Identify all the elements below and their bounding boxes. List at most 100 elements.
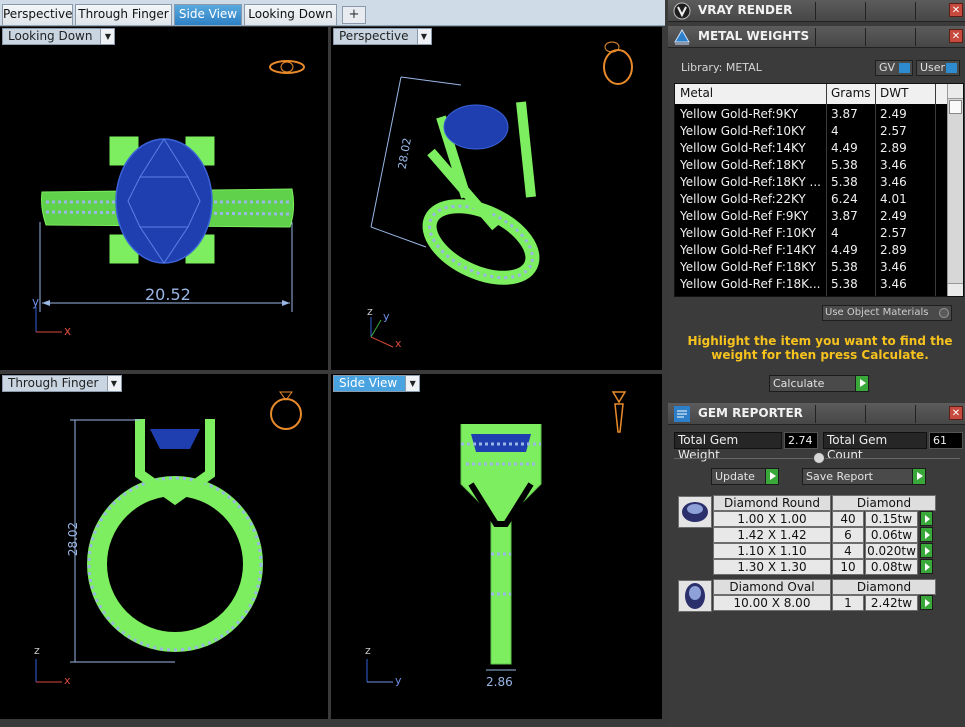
view-tab-bar: Perspective Through Finger Side View Loo… [0, 0, 665, 26]
metal-scale-icon [674, 29, 690, 45]
diamond-oval-thumbnail [678, 580, 712, 612]
metal-name-cell: Yellow Gold-Ref F:10KY [680, 226, 816, 240]
gem-weight: 0.15tw [865, 511, 918, 527]
viewport-perspective[interactable]: Perspective ▼ 28.02 z y x [331, 27, 662, 370]
update-button[interactable]: Update [711, 468, 779, 485]
column-header-dwt[interactable]: DWT [880, 86, 908, 100]
diamond-round-thumbnail [678, 496, 712, 528]
use-object-materials-label: Use Object Materials [825, 307, 929, 318]
grams-cell: 5.38 [831, 260, 858, 274]
metal-weights-table[interactable]: Metal Grams DWT Yellow Gold-Ref:9KY 3.87 2… [674, 83, 964, 297]
gem-group-name: Diamond Round [713, 495, 831, 511]
dimension-label: 2.86 [486, 675, 513, 689]
scroll-down-icon[interactable] [948, 283, 963, 296]
viewport-label-text: Looking Down [8, 29, 93, 43]
gem-group-name: Diamond Oval [713, 579, 831, 595]
header-divider [865, 405, 866, 423]
toggle-indicator-icon [946, 63, 957, 73]
metal-name-cell: Yellow Gold-Ref:10KY [680, 124, 806, 138]
scroll-thumb[interactable] [949, 100, 962, 114]
close-icon[interactable]: ✕ [949, 29, 963, 43]
viewport-looking-down[interactable]: Looking Down ▼ 20.52 y x [0, 27, 328, 370]
viewport-label-perspective[interactable]: Perspective ▼ [333, 28, 432, 45]
gv-toggle[interactable]: GV [875, 60, 913, 76]
gem-weight: 0.020tw [865, 543, 918, 559]
table-row[interactable]: Yellow Gold-Ref:18KY 5.38 3.46 [675, 157, 947, 174]
dwt-cell: 2.57 [880, 226, 907, 240]
plugin-panel: VRAY RENDER ✕ METAL WEIGHTS ✕ Library: M… [668, 0, 965, 727]
ring-perspective-wireframe [370, 41, 633, 348]
metal-name-cell: Yellow Gold-Ref F:18KY [680, 260, 816, 274]
column-header-grams[interactable]: Grams [831, 86, 871, 100]
gem-size: 1.30 X 1.30 [713, 559, 831, 575]
dwt-cell: 2.49 [880, 209, 907, 223]
calculate-button[interactable]: Calculate [769, 375, 869, 392]
viewport-label-side-view[interactable]: Side View ▼ [333, 375, 421, 392]
axis-x-label: x [395, 337, 402, 350]
tab-label: Through Finger [78, 7, 169, 21]
table-row[interactable]: Yellow Gold-Ref F:10KY 4 2.57 [675, 225, 947, 242]
oval-diamond-icon [685, 583, 705, 609]
tab-looking-down[interactable]: Looking Down [244, 4, 337, 25]
table-row[interactable]: Yellow Gold-Ref F:9KY 3.87 2.49 [675, 208, 947, 225]
ring-top-wireframe [35, 60, 305, 333]
table-row[interactable]: Yellow Gold-Ref:18KY ... 5.38 3.46 [675, 174, 947, 191]
gem-report-icon [674, 406, 690, 422]
close-icon[interactable]: ✕ [949, 3, 963, 17]
chevron-down-icon[interactable]: ▼ [416, 29, 431, 44]
use-object-materials-toggle[interactable]: Use Object Materials [822, 305, 952, 321]
play-arrow-icon[interactable] [920, 559, 933, 574]
add-tab-button[interactable]: + [342, 6, 366, 24]
play-arrow-icon[interactable] [920, 511, 933, 526]
close-icon[interactable]: ✕ [949, 406, 963, 420]
user-toggle[interactable]: User [916, 60, 960, 76]
metal-name-cell: Yellow Gold-Ref F:18K... [680, 277, 821, 291]
gem-count: 1 [832, 595, 864, 611]
table-row[interactable]: Yellow Gold-Ref F:18K... 5.38 3.46 [675, 276, 947, 293]
table-row[interactable]: Yellow Gold-Ref:14KY 4.49 2.89 [675, 140, 947, 157]
slider-handle[interactable] [813, 452, 825, 464]
chevron-down-icon[interactable]: ▼ [100, 29, 115, 44]
viewport-label-through-finger[interactable]: Through Finger ▼ [2, 375, 122, 392]
vray-render-rollout-header[interactable]: VRAY RENDER ✕ [668, 0, 965, 22]
tab-through-finger[interactable]: Through Finger [75, 4, 172, 25]
play-arrow-icon[interactable] [920, 595, 933, 610]
metal-weights-rollout-header[interactable]: METAL WEIGHTS ✕ [668, 26, 965, 48]
column-header-metal[interactable]: Metal [680, 86, 713, 100]
tab-perspective[interactable]: Perspective [2, 4, 73, 25]
metal-name-cell: Yellow Gold-Ref F:14KY [680, 243, 816, 257]
header-divider [865, 28, 866, 46]
gem-reporter-rollout-header[interactable]: GEM REPORTER ✕ [668, 403, 965, 425]
update-label: Update [715, 470, 755, 483]
table-row[interactable]: Yellow Gold-Ref:10KY 4 2.57 [675, 123, 947, 140]
play-arrow-icon[interactable] [920, 543, 933, 558]
viewport-label-looking-down[interactable]: Looking Down ▼ [2, 28, 116, 45]
table-row[interactable]: Yellow Gold-Ref F:14KY 4.49 2.89 [675, 242, 947, 259]
gem-weight: 0.08tw [865, 559, 918, 575]
metal-table-scrollbar[interactable] [947, 84, 963, 296]
ring-front-wireframe [35, 391, 302, 683]
metal-name-cell: Yellow Gold-Ref:22KY [680, 192, 806, 206]
header-divider [865, 2, 866, 20]
chevron-down-icon[interactable]: ▼ [405, 376, 420, 391]
gem-count: 4 [832, 543, 864, 559]
axis-x-label: x [64, 324, 72, 338]
scroll-up-icon[interactable] [948, 84, 963, 99]
save-report-button[interactable]: Save Report [802, 468, 926, 485]
rollout-title: VRAY RENDER [698, 3, 793, 17]
play-arrow-icon[interactable] [920, 527, 933, 542]
chevron-down-icon[interactable]: ▼ [106, 376, 121, 391]
viewport-through-finger[interactable]: Through Finger ▼ 28.02 z x [0, 374, 328, 719]
table-row[interactable]: Yellow Gold-Ref:9KY 3.87 2.49 [675, 106, 947, 123]
grams-cell: 3.87 [831, 107, 858, 121]
gem-group-material: Diamond [832, 579, 936, 595]
gv-toggle-label: GV [879, 61, 896, 74]
table-row[interactable]: Yellow Gold-Ref:22KY 6.24 4.01 [675, 191, 947, 208]
header-divider [815, 405, 816, 423]
tab-side-view[interactable]: Side View [174, 4, 242, 25]
table-row[interactable]: Yellow Gold-Ref F:18KY 5.38 3.46 [675, 259, 947, 276]
dwt-cell: 3.46 [880, 260, 907, 274]
viewport-side-view[interactable]: Side View ▼ 2.86 z y [331, 374, 662, 719]
table-header: Metal Grams DWT [675, 84, 947, 104]
grams-cell: 6.24 [831, 192, 858, 206]
